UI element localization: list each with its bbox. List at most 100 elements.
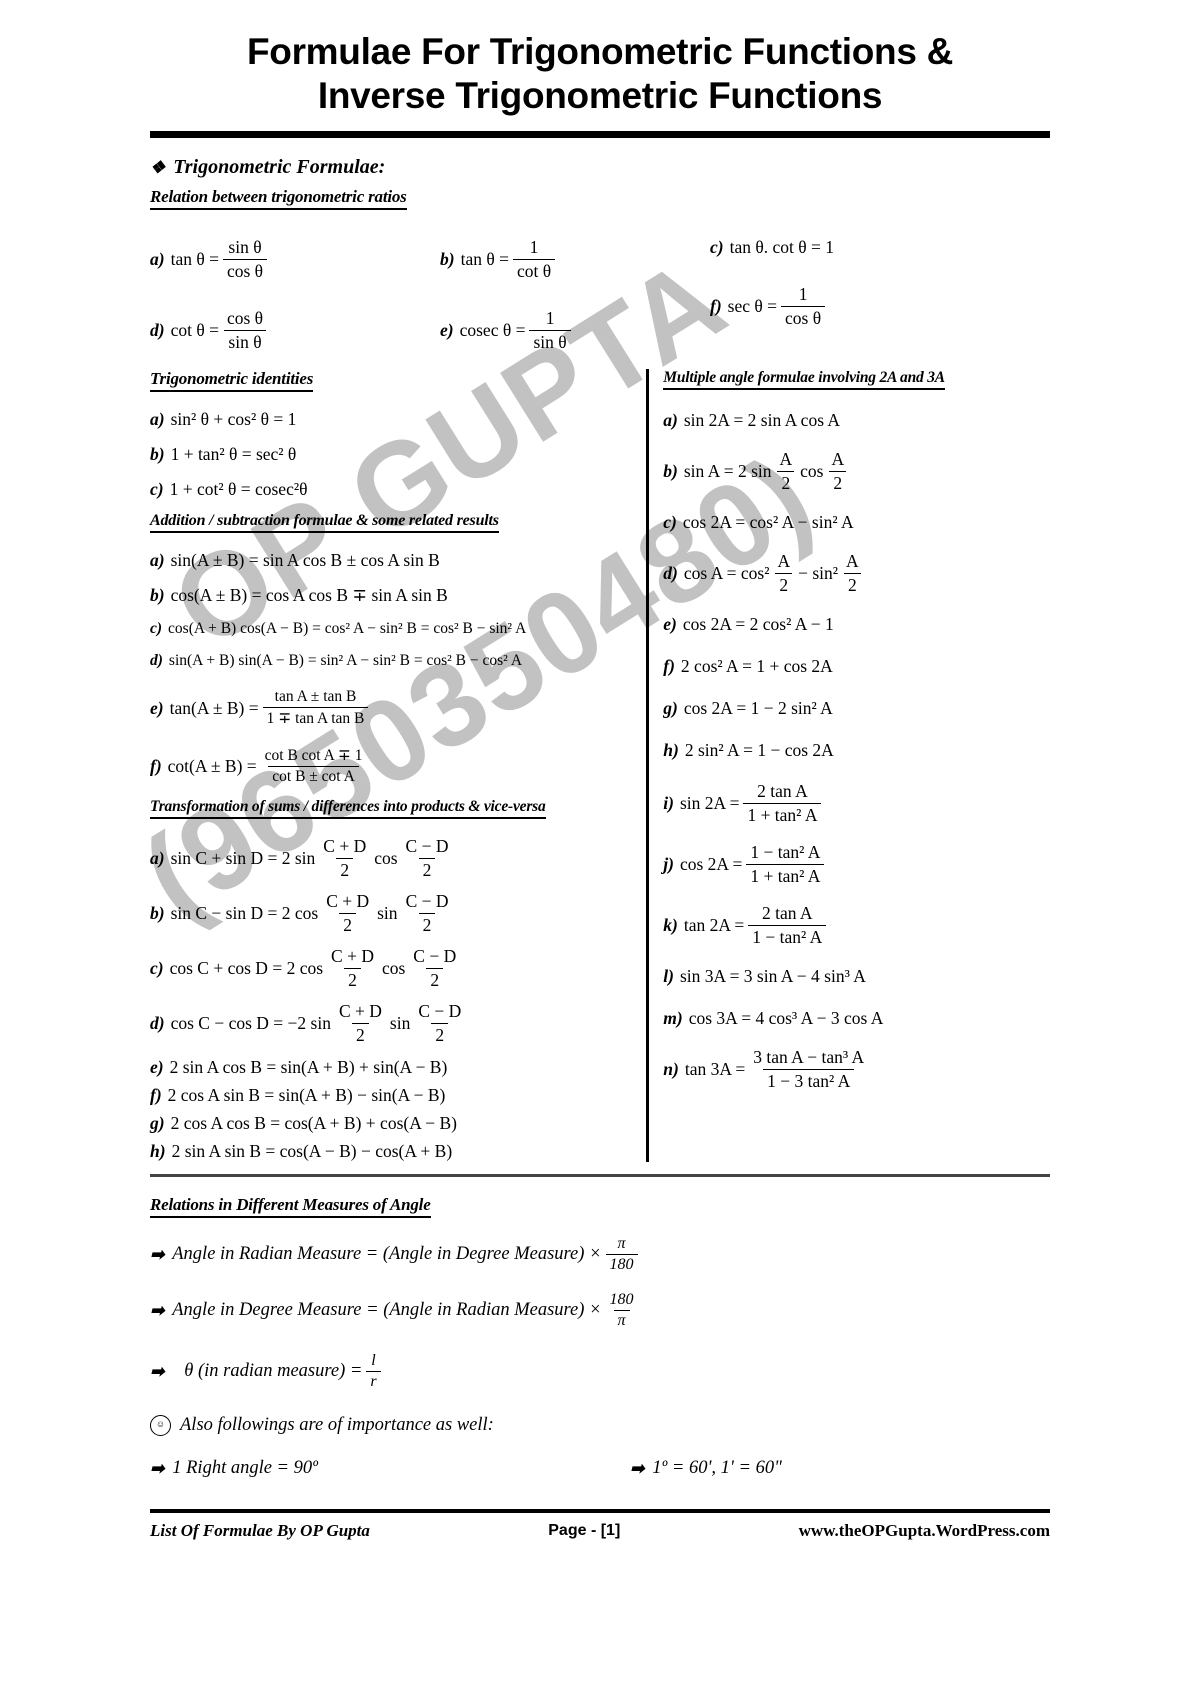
formula-label: c) <box>150 958 164 979</box>
fraction-denominator: 2 <box>775 573 793 596</box>
fraction-denominator: cos θ <box>781 306 826 329</box>
fraction-numerator: C + D <box>323 836 367 857</box>
formula-row: c) cos C + cos D = 2 cos C + D 2 cos C −… <box>150 946 638 991</box>
fraction: 180 π <box>606 1291 638 1330</box>
formula-label: b) <box>663 461 678 482</box>
formula-text: sin 3A = 3 sin A − 4 sin³ A <box>679 966 866 987</box>
arrow-bullet-icon: ➡ <box>150 1300 165 1320</box>
formula-text: sin(A ± B) = sin A cos B ± cos A sin B <box>170 550 440 571</box>
fraction-denominator: sin θ <box>224 330 266 353</box>
fraction-denominator: cos θ <box>222 259 268 282</box>
arrow-bullet-icon: ➡ <box>630 1458 645 1478</box>
fraction-denominator: 2 <box>426 968 444 991</box>
measure-extra-right: ➡ 1º = 60', 1' = 60" <box>630 1458 782 1479</box>
formula-label: n) <box>663 1059 679 1080</box>
formula-row: h) 2 sin A sin B = cos(A − B) − cos(A + … <box>150 1141 638 1162</box>
formula-row: b) sin C − sin D = 2 cos C + D 2 sin C −… <box>150 891 638 936</box>
diamond-bullet-icon: ❖ <box>150 158 166 178</box>
formula-mid: sin <box>389 1013 411 1034</box>
formula-text: 2 sin² A = 1 − cos 2A <box>684 740 834 761</box>
formula-label: c) <box>150 620 163 638</box>
fraction-numerator: C + D <box>326 891 370 912</box>
formula-text: 2 cos A sin B = sin(A + B) − sin(A − B) <box>167 1085 446 1106</box>
formula-text: 2 cos² A = 1 + cos 2A <box>680 656 833 677</box>
formula-row: g) cos 2A = 1 − 2 sin² A <box>663 698 1050 719</box>
formula-text: sin² θ + cos² θ = 1 <box>170 409 297 430</box>
fraction: C + D 2 <box>319 836 370 881</box>
formula-row: j) cos 2A = 1 − tan² A 1 + tan² A <box>663 842 1050 887</box>
formula-row: d) cos A = cos² A 2 − sin² A 2 <box>663 551 1050 596</box>
fraction: cot B cot A ∓ 1 cot B ± cot A <box>261 746 367 786</box>
fraction: tan A ± tan B 1 ∓ tan A tan B <box>262 688 369 728</box>
fraction: cos θ sin θ <box>223 308 267 353</box>
page-title-line-1: Formulae For Trigonometric Functions & <box>246 31 954 72</box>
fraction-denominator: 2 <box>843 573 861 596</box>
subheading-trigonometric-identities: Trigonometric identities <box>150 369 313 393</box>
fraction-denominator: r <box>366 1371 381 1391</box>
formula-label: b) <box>440 249 455 270</box>
formula-row: m) cos 3A = 4 cos³ A − 3 cos A <box>663 1008 1050 1029</box>
formula-label: g) <box>150 1113 165 1134</box>
formula-text: 1 + tan² θ = sec² θ <box>170 444 297 465</box>
formula-row: c) 1 + cot² θ = cosec²θ <box>150 479 638 500</box>
fraction: A 2 <box>776 449 797 494</box>
fraction: C − D 2 <box>402 891 453 936</box>
formula-text: 2 cos A cos B = cos(A + B) + cos(A − B) <box>170 1113 457 1134</box>
measure-extra-left: ➡ 1 Right angle = 90º <box>150 1458 630 1479</box>
formula-row: d) sin(A + B) sin(A − B) = sin² A − sin²… <box>150 652 638 670</box>
arrow-bullet-icon: ➡ <box>150 1244 165 1264</box>
formula-label: h) <box>663 740 679 761</box>
page-footer: List Of Formulae By OP Gupta Page - [1] … <box>150 1521 1050 1541</box>
formula-label: j) <box>663 854 674 875</box>
formula-lhs: tan 3A = <box>684 1059 746 1080</box>
formula-row: e) cosec θ = 1 sin θ <box>440 308 710 353</box>
formula-lhs: cot(A ± B) = <box>167 755 257 776</box>
fraction-denominator: π <box>613 1310 630 1330</box>
formula-row: a) sin 2A = 2 sin A cos A <box>663 410 1050 431</box>
fraction: A 2 <box>773 551 794 596</box>
subheading-relation-between-ratios: Relation between trigonometric ratios <box>150 187 407 211</box>
footer-website[interactable]: www.theOPGupta.WordPress.com <box>799 1521 1050 1541</box>
formula-label: b) <box>150 903 165 924</box>
measures-note-label: Also followings are of importance as wel… <box>180 1415 494 1436</box>
formula-row: l) sin 3A = 3 sin A − 4 sin³ A <box>663 966 1050 987</box>
formula-label: c) <box>150 479 164 500</box>
fraction: 1 sin θ <box>529 308 571 353</box>
formula-lhs: cos C + cos D = 2 cos <box>169 958 324 979</box>
fraction-denominator: 1 + tan² A <box>746 864 825 887</box>
formula-label: l) <box>663 966 674 987</box>
fraction: 2 tan A 1 − tan² A <box>748 903 827 948</box>
fraction-denominator: 2 <box>418 913 436 936</box>
fraction: C + D 2 <box>327 946 378 991</box>
formula-text: tan θ. cot θ = 1 <box>729 237 835 258</box>
subheading-multiple-angle: Multiple angle formulae involving 2A and… <box>663 369 945 391</box>
measure-extra-left-label: 1 Right angle = 90º <box>172 1458 318 1479</box>
formula-lhs: tan θ = <box>170 249 219 270</box>
formula-label: c) <box>663 512 677 533</box>
formula-lhs: sin A = 2 sin <box>683 461 772 482</box>
measures-section: Relations in Different Measures of Angle… <box>150 1195 1050 1479</box>
formula-label: i) <box>663 793 674 814</box>
arrow-bullet-icon: ➡ <box>150 1361 165 1381</box>
fraction-numerator: A <box>846 551 859 572</box>
fraction-numerator: C − D <box>413 946 457 967</box>
formula-row: b) tan θ = 1 cot θ <box>440 237 710 282</box>
fraction-denominator: 1 − 3 tan² A <box>763 1069 855 1092</box>
formula-lhs: cosec θ = <box>459 320 526 341</box>
formula-label: f) <box>150 755 162 776</box>
formula-row: b) 1 + tan² θ = sec² θ <box>150 444 638 465</box>
fraction-numerator: C + D <box>331 946 374 967</box>
fraction-denominator: 2 <box>418 858 436 881</box>
formula-row: e) cos 2A = 2 cos² A − 1 <box>663 614 1050 635</box>
formula-row: e) 2 sin A cos B = sin(A + B) + sin(A − … <box>150 1057 638 1078</box>
subheading-relations-measures: Relations in Different Measures of Angle <box>150 1195 431 1219</box>
section-heading-label: Trigonometric Formulae: <box>173 156 386 179</box>
fraction-denominator: cot θ <box>512 259 556 282</box>
formula-row: c) cos(A + B) cos(A − B) = cos² A − sin²… <box>150 620 638 638</box>
fraction-numerator: 2 tan A <box>762 903 813 924</box>
formula-text: cos 2A = cos² A − sin² A <box>682 512 854 533</box>
formula-label: d) <box>150 1013 165 1034</box>
formula-text: cos(A + B) cos(A − B) = cos² A − sin² B … <box>168 620 527 638</box>
footer-left: List Of Formulae By OP Gupta <box>150 1521 370 1541</box>
fraction-numerator: sin θ <box>228 237 262 258</box>
